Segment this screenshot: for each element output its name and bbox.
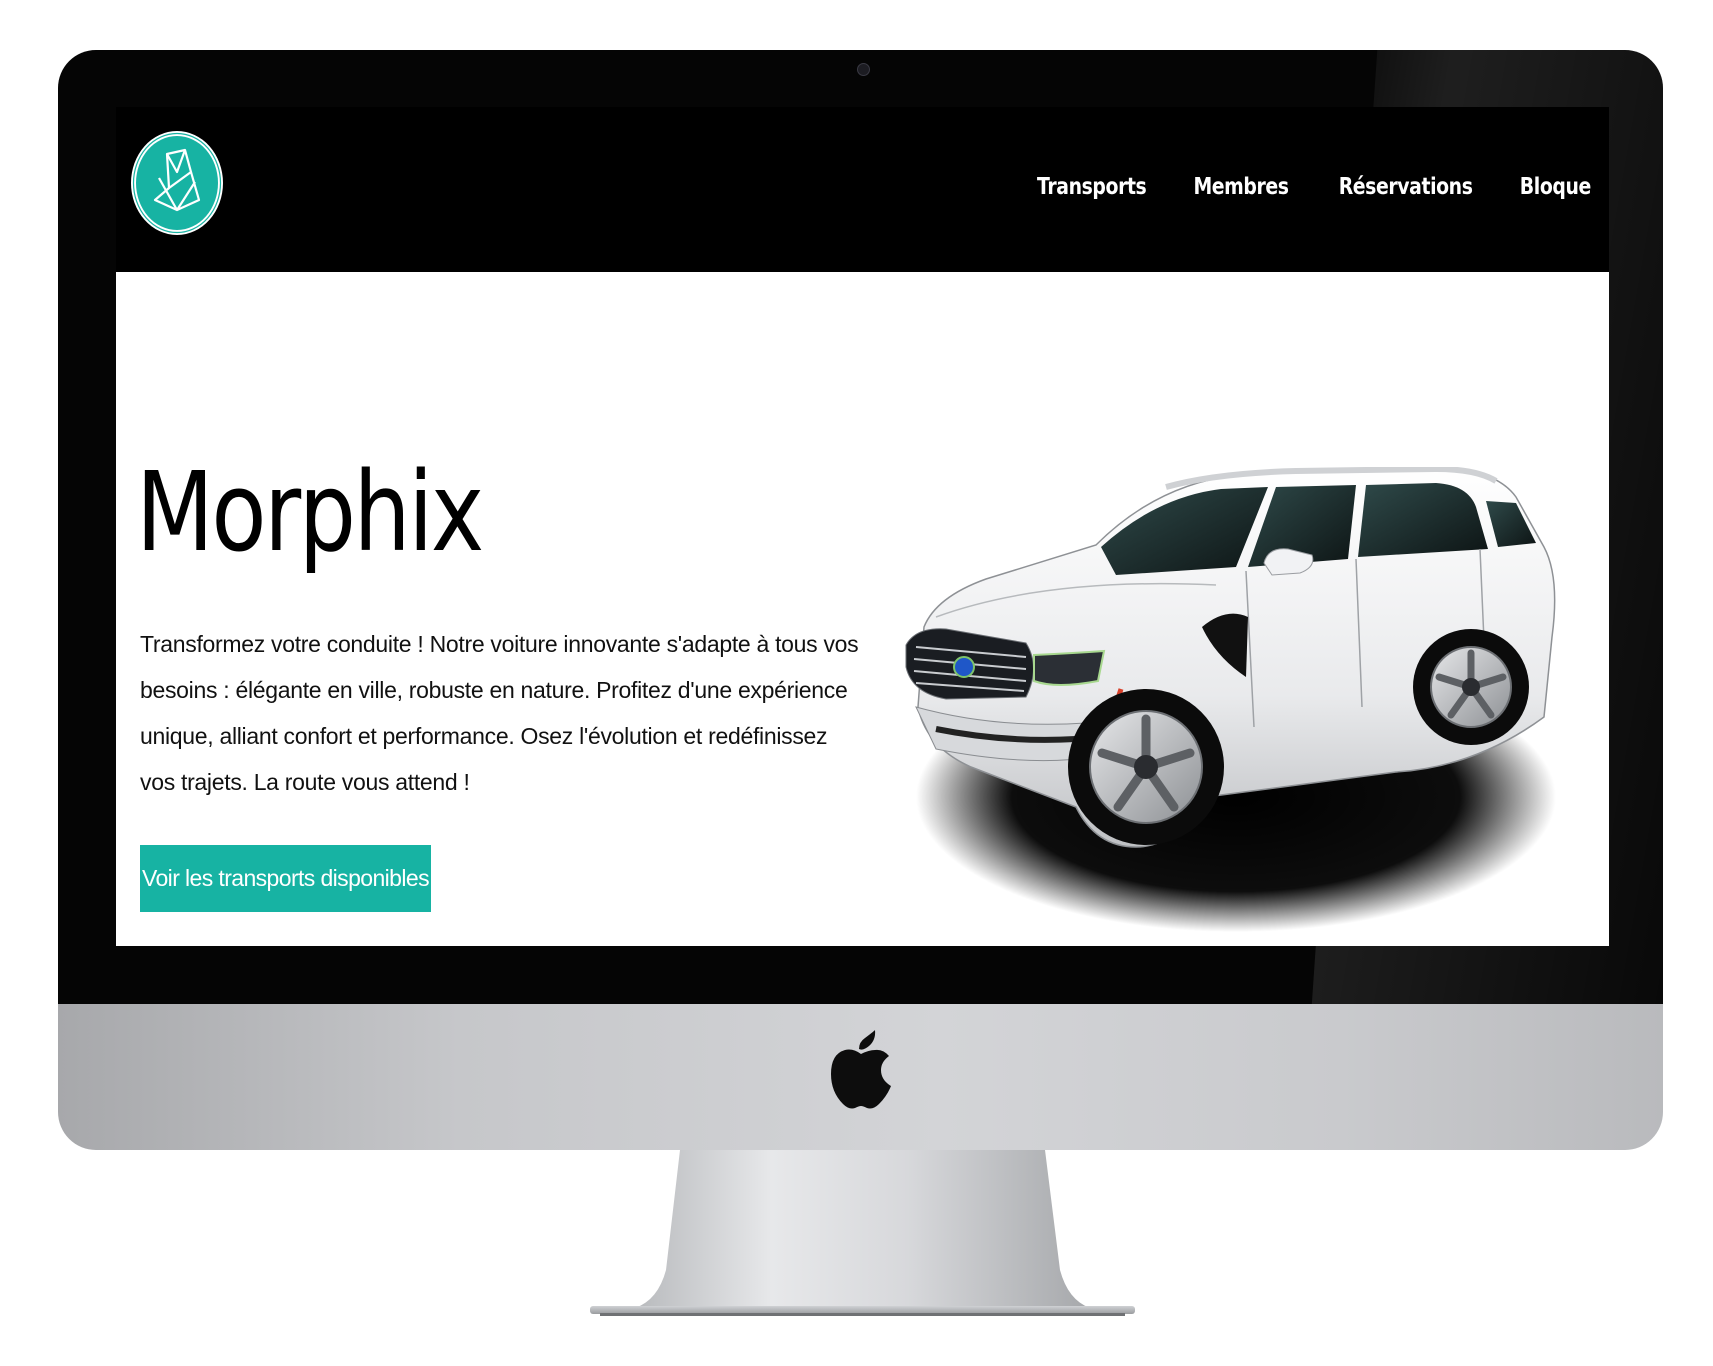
apple-logo-icon	[829, 1030, 893, 1110]
nav-link-bloque[interactable]: Bloque	[1520, 174, 1591, 200]
camera-icon	[857, 63, 870, 76]
site-header: Transports Membres Réservations Bloque	[116, 107, 1609, 272]
view-transports-button[interactable]: Voir les transports disponibles	[140, 845, 431, 912]
hero-title: Morphix	[136, 448, 484, 576]
nav-link-membres[interactable]: Membres	[1194, 174, 1290, 200]
hero-description: Transformez votre conduite ! Notre voitu…	[140, 631, 859, 795]
nav-link-transports[interactable]: Transports	[1037, 174, 1147, 200]
monitor-stand	[590, 1150, 1135, 1325]
main-nav: Transports Membres Réservations Bloque	[1025, 174, 1599, 200]
car-image	[876, 465, 1586, 937]
website-screen: Transports Membres Réservations Bloque M…	[116, 107, 1609, 946]
logo-icon[interactable]	[129, 128, 225, 238]
nav-link-reservations[interactable]: Réservations	[1339, 174, 1473, 200]
